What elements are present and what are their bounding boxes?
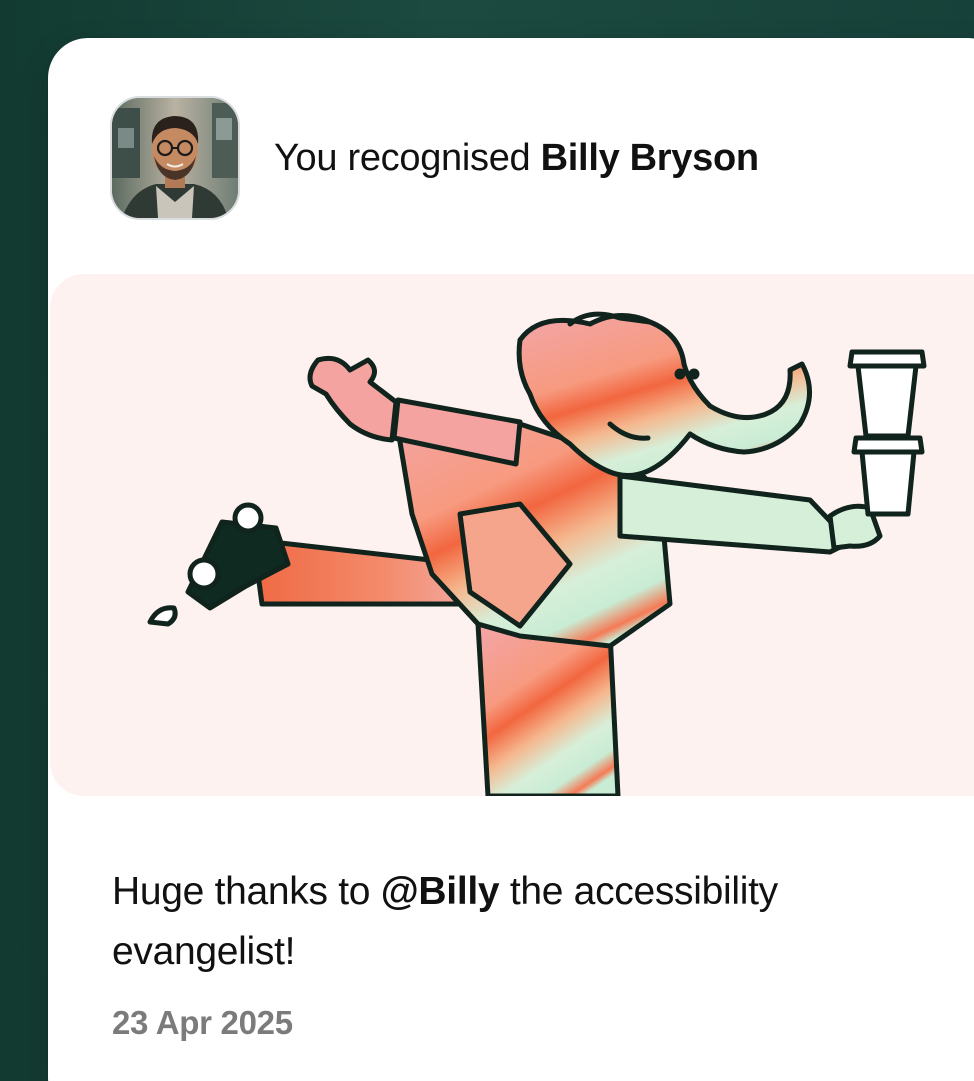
recognition-card: You recognised Billy Bryson Huge thanks …	[48, 38, 974, 1081]
recognition-date: 23 Apr 2025	[112, 1004, 293, 1041]
elephant-illustration	[50, 274, 974, 796]
avatar-photo	[112, 98, 238, 218]
recipient-name[interactable]: Billy Bryson	[541, 137, 759, 179]
avatar[interactable]	[110, 96, 240, 220]
recognition-header: You recognised Billy Bryson	[110, 96, 759, 220]
elephant-icon	[147, 311, 927, 796]
recognition-prefix: You recognised	[274, 136, 531, 179]
recognition-headline: You recognised Billy Bryson	[274, 137, 759, 180]
message-before: Huge thanks to	[112, 870, 371, 913]
recognition-message: Huge thanks to @Billy the accessibility …	[112, 862, 932, 982]
mention-link[interactable]: @Billy	[381, 870, 500, 913]
